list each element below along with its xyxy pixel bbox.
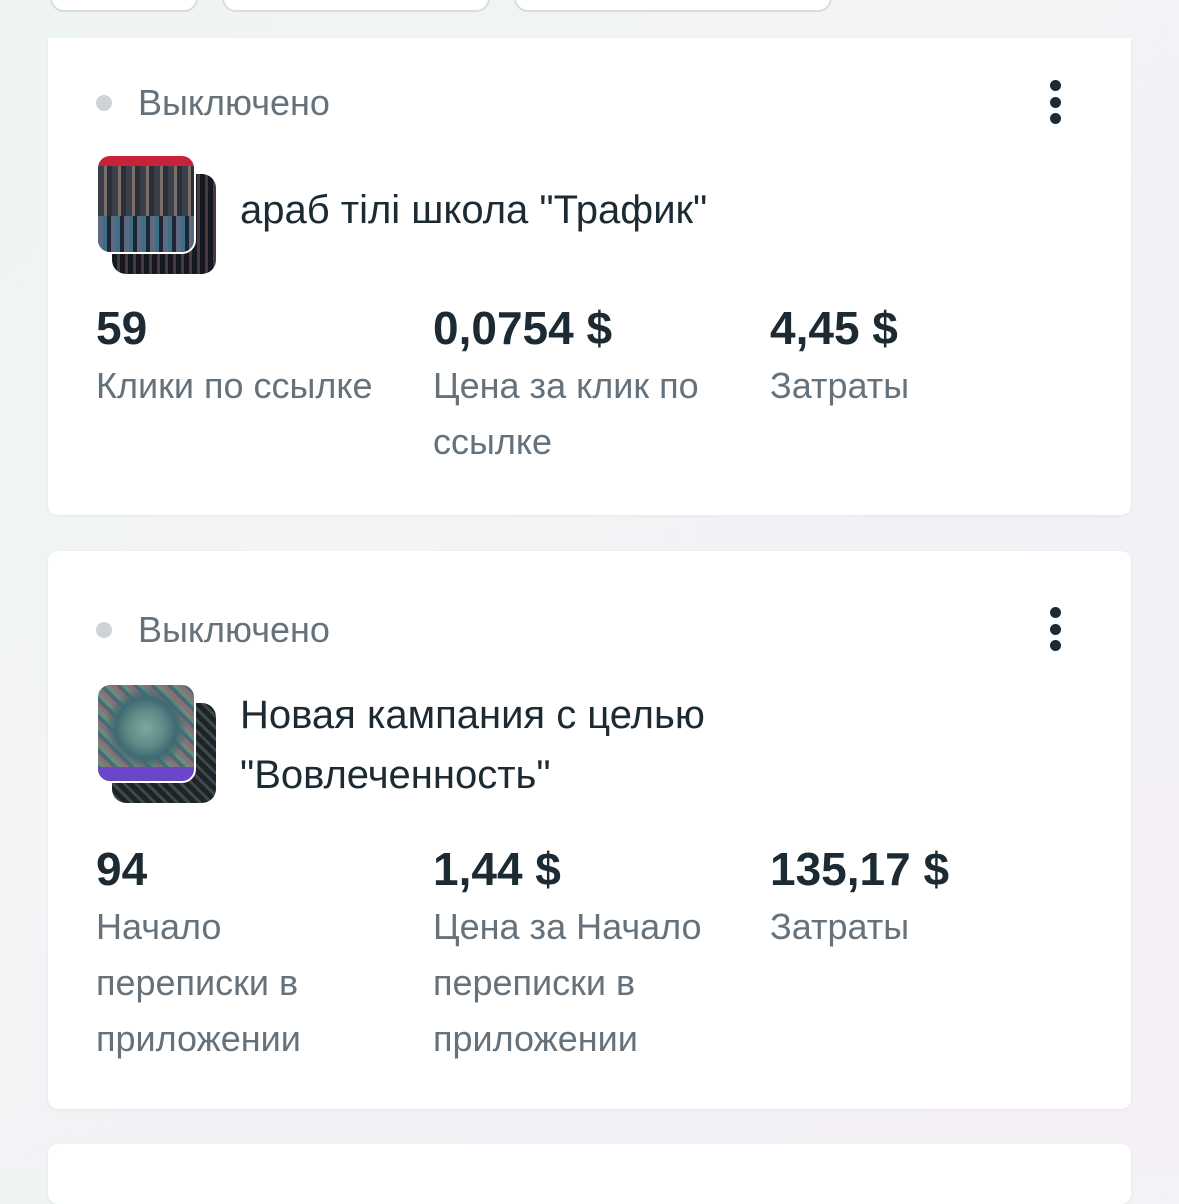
- campaign-card[interactable]: Выключено араб тілі школа "Трафик" 59 Кл…: [48, 38, 1131, 515]
- metric-value: 4,45 $: [770, 302, 898, 354]
- metric-spend: 135,17 $ Затраты: [770, 841, 1080, 955]
- campaign-thumbnail: [96, 683, 218, 805]
- filter-chip[interactable]: [514, 0, 832, 12]
- metric-spend: 4,45 $ Затраты: [770, 300, 1080, 414]
- metric-cost-per-result: 0,0754 $ Цена за клик по ссылке: [433, 300, 733, 470]
- metric-value: 1,44 $: [433, 843, 561, 895]
- campaign-title[interactable]: араб тілі школа "Трафик": [240, 180, 707, 240]
- metric-value: 135,17 $: [770, 843, 950, 895]
- status-label: Выключено: [138, 82, 330, 123]
- campaign-title[interactable]: Новая кампания с целью "Вовлеченность": [240, 685, 840, 805]
- metric-label: Затраты: [770, 365, 910, 406]
- metric-cost-per-result: 1,44 $ Цена за Начало переписки в прилож…: [433, 841, 733, 1067]
- metric-label: Цена за Начало переписки в приложении: [433, 906, 702, 1059]
- status-label: Выключено: [138, 609, 330, 650]
- campaign-card[interactable]: [48, 1144, 1131, 1204]
- metric-value: 0,0754 $: [433, 302, 613, 354]
- filter-chip[interactable]: [222, 0, 490, 12]
- campaign-status: Выключено: [96, 609, 330, 651]
- metric-value: 94: [96, 843, 148, 895]
- thumbnail-image: [96, 683, 196, 783]
- metric-label: Клики по ссылке: [96, 365, 373, 406]
- thumbnail-image: [96, 154, 196, 254]
- filter-chip[interactable]: [50, 0, 198, 12]
- status-dot-icon: [96, 622, 112, 638]
- campaign-status: Выключено: [96, 82, 330, 124]
- status-dot-icon: [96, 95, 112, 111]
- metric-label: Начало переписки в приложении: [96, 906, 301, 1059]
- metric-label: Цена за клик по ссылке: [433, 365, 699, 462]
- metric-value: 59: [96, 302, 148, 354]
- campaign-card[interactable]: Выключено Новая кампания с целью "Вовлеч…: [48, 551, 1131, 1109]
- more-vertical-icon[interactable]: [1041, 607, 1069, 651]
- campaign-thumbnail: [96, 154, 218, 276]
- filter-chips-row: [0, 0, 1179, 18]
- metric-results: 94 Начало переписки в приложении: [96, 841, 386, 1067]
- more-vertical-icon[interactable]: [1041, 80, 1069, 124]
- metric-results: 59 Клики по ссылке: [96, 300, 406, 414]
- metric-label: Затраты: [770, 906, 910, 947]
